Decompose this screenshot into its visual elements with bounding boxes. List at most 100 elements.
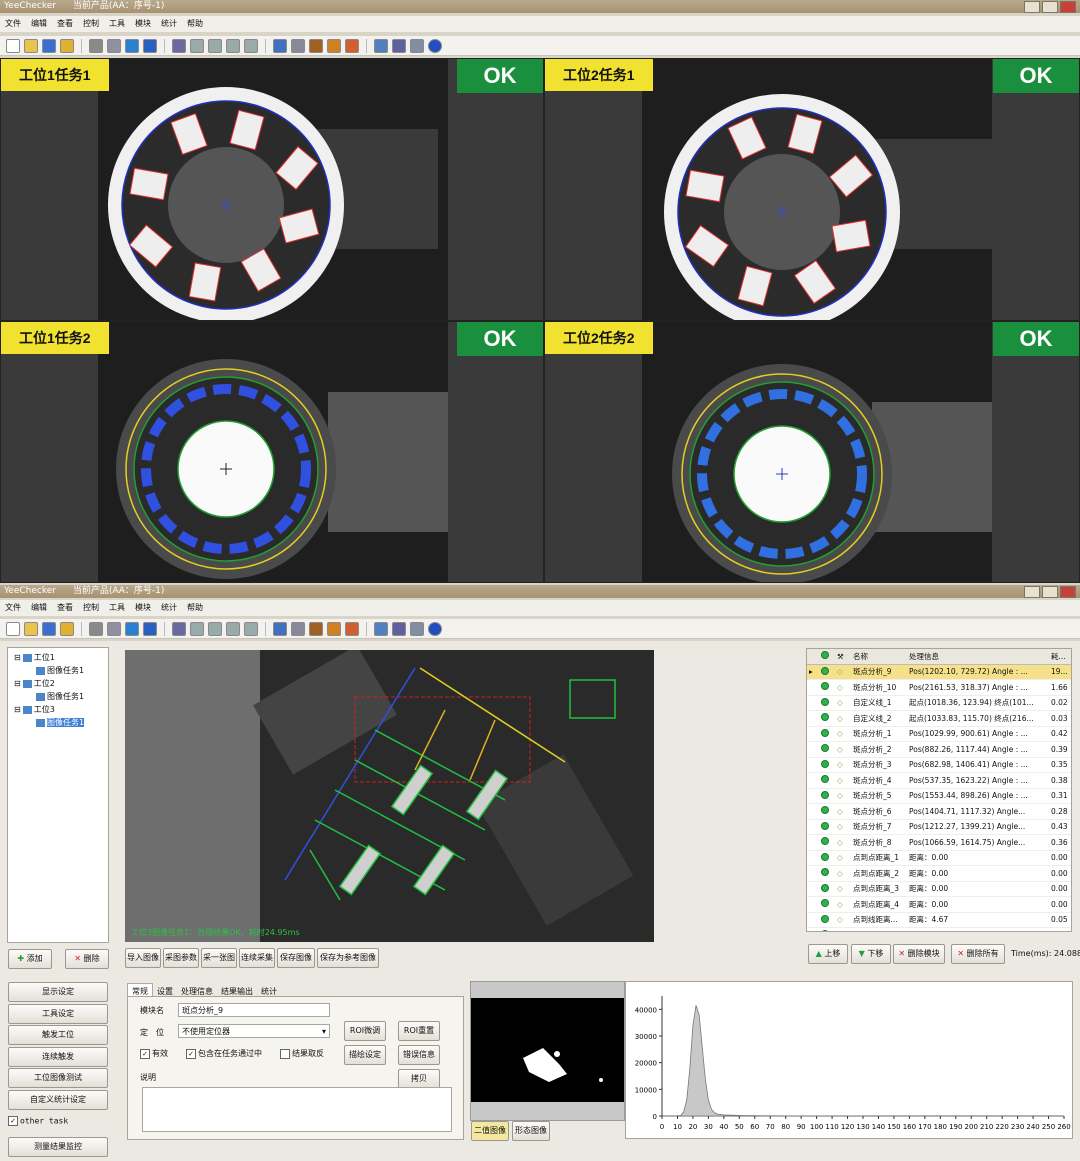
collapse-icon[interactable]: ⊟ [14,653,21,662]
menu-item[interactable]: 文件 [0,600,26,616]
copy-button[interactable]: 拷贝 [398,1069,440,1089]
menu-item[interactable]: 查看 [52,16,78,32]
result-row[interactable]: ◇ 斑点分析_10 Pos(2161.53, 318.37) Angle : ...… [807,679,1071,696]
close-button[interactable] [1060,1,1076,13]
toolbar-icon[interactable] [410,621,424,636]
menu-item[interactable]: 查看 [52,600,78,616]
image-action-button[interactable]: 采一张图 [201,948,237,968]
menu-item[interactable]: 模块 [130,16,156,32]
toolbar-icon[interactable] [273,38,287,53]
toolbar-icon[interactable] [392,621,406,636]
toolbar-icon[interactable] [6,621,20,636]
result-row[interactable]: ◇ 点到线距离... 距离：4.67 0.05 [807,912,1071,928]
camera-view-2[interactable]: 工位2任务1 OK [544,58,1080,321]
add-button[interactable]: ✚ 添加 [8,949,52,969]
toolbar-icon[interactable] [244,621,258,636]
in-task-checkbox[interactable]: ✓ 包含在任务通过中 [186,1048,262,1059]
menu-item[interactable]: 编辑 [26,16,52,32]
toolbar-icon[interactable] [125,38,139,53]
toolbar-icon[interactable] [89,621,103,636]
toolbar-icon[interactable] [226,38,240,53]
result-row[interactable]: ▸ ◇ 斑点分析_9 Pos(1202.10, 729.72) Angle : ...… [807,664,1071,680]
toolbar-icon[interactable] [327,38,341,53]
roi-reset-button[interactable]: ROI重置 [398,1021,440,1041]
image-action-button[interactable]: 采图参数 [163,948,199,968]
menu-item[interactable]: 工具 [104,600,130,616]
toolbar-icon[interactable] [374,621,388,636]
result-row[interactable]: ◇ 斑点分析_4 Pos(537.35, 1623.22) Angle : ... 0… [807,772,1071,789]
toolbar-icon[interactable] [24,621,38,636]
toolbar-icon[interactable] [374,38,388,53]
toolbar-icon[interactable] [143,621,157,636]
result-row[interactable]: ◇ 点到点距离_4 距离：0.00 0.00 [807,896,1071,913]
menu-item[interactable]: 文件 [0,16,26,32]
draw-settings-button[interactable]: 描绘设定 [344,1045,386,1065]
menu-item[interactable]: 模块 [130,600,156,616]
toolbar-icon[interactable] [107,38,121,53]
result-row[interactable]: ◇ 自定义线_1 起点(1018.36, 123.94) 终点(101... 0.02 [807,695,1071,711]
morph-image-button[interactable]: 形态图像 [512,1121,550,1141]
toolbar-icon[interactable] [345,38,359,53]
tree-node[interactable]: ⊟ 工位1 [10,651,106,664]
toolbar-icon[interactable] [208,38,222,53]
toolbar-icon[interactable] [60,621,74,636]
result-row[interactable]: ◇ 点到点距离_1 距离：0.00 0.00 [807,850,1071,866]
error-info-button[interactable]: 错误信息 [398,1045,440,1065]
toolbar-icon[interactable] [410,38,424,53]
binary-image-button[interactable]: 二值图像 [471,1121,509,1141]
toolbar-icon[interactable] [244,38,258,53]
delete-module-button[interactable]: ✕ 删除模块 [893,944,945,964]
result-row[interactable]: ◇ 点到点距离_2 距离：0.00 0.00 [807,865,1071,882]
toolbar-icon[interactable] [273,621,287,636]
camera-view-1[interactable]: 工位1任务1 OK [0,58,544,321]
delete-button[interactable]: ✕ 删除 [65,949,109,969]
image-action-button[interactable]: 连续采集 [239,948,275,968]
toolbar-icon[interactable] [428,38,442,53]
menu-item[interactable]: 编辑 [26,600,52,616]
toolbar-icon[interactable] [89,38,103,53]
camera-view-4[interactable]: 工位2任务2 OK [544,321,1080,583]
left-panel-button[interactable]: 连续触发 [8,1046,108,1067]
menu-item[interactable]: 帮助 [182,16,208,32]
toolbar-icon[interactable] [327,621,341,636]
menu-item[interactable]: 控制 [78,16,104,32]
image-action-button[interactable]: 导入图像 [125,948,161,968]
invert-checkbox[interactable]: 结果取反 [280,1048,324,1059]
module-name-field[interactable]: 斑点分析_9 [178,1003,330,1017]
col-time[interactable]: 耗... [1049,649,1071,665]
toolbar-icon[interactable] [172,38,186,53]
toolbar-icon[interactable] [392,38,406,53]
description-textarea[interactable] [142,1087,452,1132]
toolbar-icon[interactable] [208,621,222,636]
result-row[interactable]: ◇ 斑点分析_8 Pos(1066.59, 1614.75) Angle... 0.3… [807,834,1071,851]
menu-item[interactable]: 统计 [156,600,182,616]
result-row[interactable]: ◇ 斑点分析_1 Pos(1029.99, 900.61) Angle : ... 0… [807,726,1071,742]
left-panel-button[interactable]: 触发工位 [8,1025,108,1045]
left-panel-button[interactable]: 工具设定 [8,1003,108,1024]
toolbar-icon[interactable] [291,38,305,53]
toolbar-icon[interactable] [345,621,359,636]
collapse-icon[interactable]: ⊟ [14,705,21,714]
result-row[interactable]: ◇ 斑点分析_5 Pos(1553.44, 898.26) Angle : ... 0… [807,788,1071,804]
image-action-button[interactable]: 保存图像 [277,948,315,968]
toolbar-icon[interactable] [190,621,204,636]
tree-node[interactable]: ⊟ 工位2 [10,677,106,690]
result-row[interactable]: ◇ 点到点距离_3 距离：0.00 0.00 [807,881,1071,897]
col-name[interactable]: 名称 [851,649,907,665]
move-down-button[interactable]: ▼ 下移 [851,944,891,964]
toolbar-icon[interactable] [107,621,121,636]
results-table[interactable]: ⚒ 名称 处理信息 耗... ▸ ◇ 斑点分析_9 Pos(1202.10, 729.… [806,648,1072,932]
toolbar-icon[interactable] [309,38,323,53]
toolbar-icon[interactable] [428,621,442,636]
delete-all-button[interactable]: ✕ 删除所有 [951,944,1005,964]
toolbar-icon[interactable] [226,621,240,636]
toolbar-icon[interactable] [172,621,186,636]
tree-node[interactable]: 图像任务1 [10,690,106,703]
left-panel-button[interactable]: 工位图像测试 [8,1068,108,1088]
toolbar-icon[interactable] [24,38,38,53]
result-row[interactable]: ◇ 自定义线_2 起点(1033.83, 115.70) 终点(216... 0.03 [807,710,1071,727]
col-info[interactable]: 处理信息 [907,649,1049,665]
menu-item[interactable]: 工具 [104,16,130,32]
left-panel-button[interactable]: 显示设定 [8,982,108,1002]
left-panel-button[interactable]: 自定义统计设定 [8,1089,108,1110]
